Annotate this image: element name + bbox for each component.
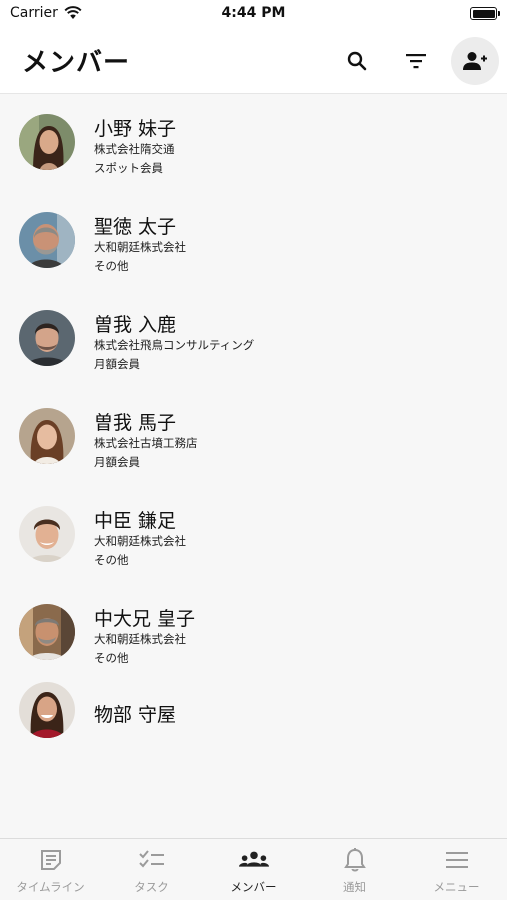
avatar <box>19 408 75 464</box>
search-icon <box>347 51 367 71</box>
member-company: 大和朝廷株式会社 <box>94 240 186 254</box>
bottom-tab-bar: タイムライン タスク メンバー 通知 メニュー <box>0 838 507 900</box>
member-row[interactable]: 聖徳 太子 大和朝廷株式会社 その他 <box>0 192 507 290</box>
member-name: 曽我 馬子 <box>94 412 177 434</box>
member-row[interactable]: 曽我 馬子 株式会社古墳工務店 月額会員 <box>0 388 507 486</box>
search-button[interactable] <box>334 38 380 84</box>
tab-label: メンバー <box>230 880 277 894</box>
member-name: 物部 守屋 <box>94 704 177 726</box>
tab-label: 通知 <box>343 880 366 894</box>
add-member-button[interactable] <box>451 37 499 85</box>
status-time: 4:44 PM <box>221 5 286 21</box>
timeline-icon <box>36 846 66 874</box>
member-row[interactable]: 小野 妹子 株式会社隋交通 スポット会員 <box>0 94 507 192</box>
member-name: 中臣 鎌足 <box>94 510 177 532</box>
menu-icon <box>442 846 472 874</box>
page-title: メンバー <box>22 48 131 78</box>
avatar <box>19 604 75 660</box>
member-name: 中大兄 皇子 <box>94 608 196 630</box>
tab-members[interactable]: メンバー <box>203 839 304 900</box>
member-company: 株式会社隋交通 <box>94 142 175 156</box>
member-plan: その他 <box>94 553 129 567</box>
navigation-header: メンバー <box>0 28 507 94</box>
avatar <box>19 506 75 562</box>
avatar <box>19 310 75 366</box>
tab-label: タイムライン <box>16 880 85 894</box>
member-plan: 月額会員 <box>94 357 140 371</box>
member-row[interactable]: 曽我 入鹿 株式会社飛鳥コンサルティング 月額会員 <box>0 290 507 388</box>
avatar <box>19 212 75 268</box>
app-screen: Carrier 4:44 PM メンバー 小野 妹子 株式会社隋交通 スポット会… <box>0 0 507 900</box>
avatar <box>19 114 75 170</box>
filter-button[interactable] <box>393 38 439 84</box>
member-company: 大和朝廷株式会社 <box>94 632 186 646</box>
member-plan: 月額会員 <box>94 455 140 469</box>
status-bar: Carrier 4:44 PM <box>0 0 507 28</box>
member-row[interactable]: 中臣 鎌足 大和朝廷株式会社 その他 <box>0 486 507 584</box>
battery-icon <box>470 7 500 20</box>
member-row[interactable]: 物部 守屋 <box>0 682 507 780</box>
member-name: 曽我 入鹿 <box>94 314 177 336</box>
members-icon <box>239 846 269 874</box>
tab-label: タスク <box>134 880 169 894</box>
member-list: 小野 妹子 株式会社隋交通 スポット会員 聖徳 太子 大和朝廷株式会社 その他 <box>0 94 507 780</box>
member-name: 聖徳 太子 <box>94 216 177 238</box>
task-checklist-icon <box>137 846 167 874</box>
member-name: 小野 妹子 <box>94 118 177 140</box>
tab-label: メニュー <box>433 880 480 894</box>
tab-notifications[interactable]: 通知 <box>304 839 405 900</box>
member-company: 大和朝廷株式会社 <box>94 534 186 548</box>
member-row[interactable]: 中大兄 皇子 大和朝廷株式会社 その他 <box>0 584 507 682</box>
tab-menu[interactable]: メニュー <box>406 839 507 900</box>
member-plan: その他 <box>94 259 129 273</box>
avatar <box>19 682 75 738</box>
tab-tasks[interactable]: タスク <box>101 839 202 900</box>
member-plan: その他 <box>94 651 129 665</box>
tab-timeline[interactable]: タイムライン <box>0 839 101 900</box>
member-company: 株式会社飛鳥コンサルティング <box>94 338 255 352</box>
member-company: 株式会社古墳工務店 <box>94 436 198 450</box>
member-plan: スポット会員 <box>94 161 163 175</box>
filter-icon <box>406 54 426 69</box>
bell-icon <box>340 846 370 874</box>
add-person-icon <box>463 52 487 70</box>
